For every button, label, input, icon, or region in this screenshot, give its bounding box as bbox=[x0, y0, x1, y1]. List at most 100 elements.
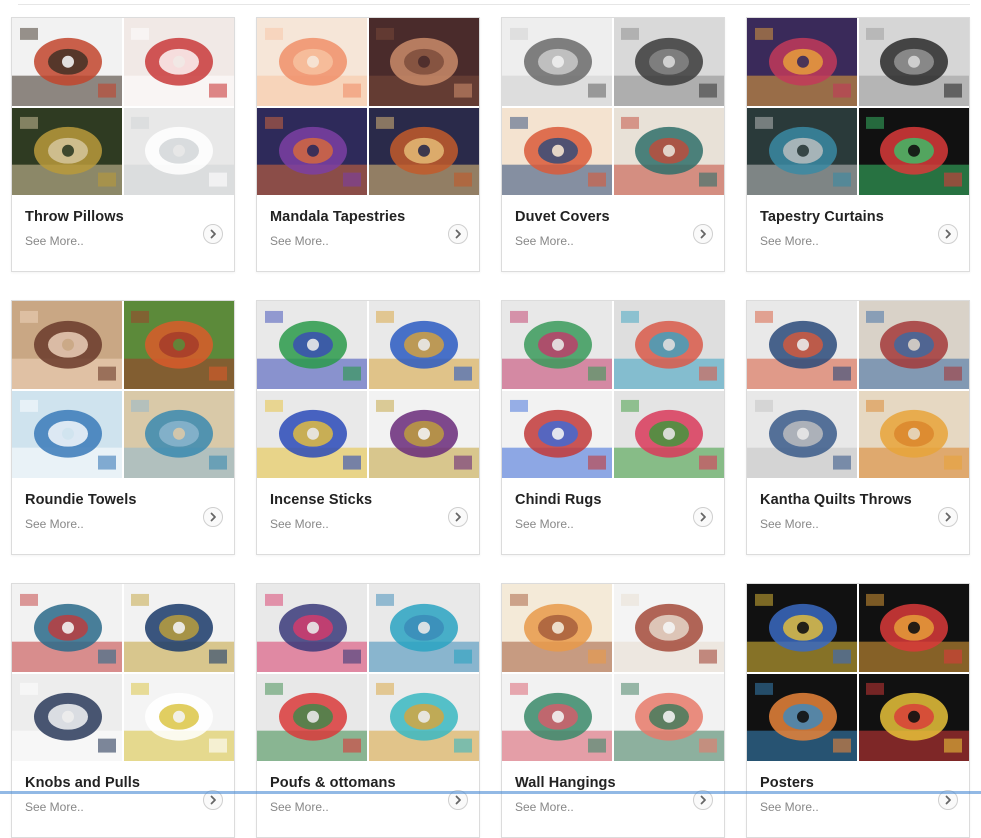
category-image-mosaic[interactable] bbox=[257, 301, 479, 478]
category-image-mosaic[interactable] bbox=[747, 18, 969, 195]
product-photo bbox=[257, 672, 368, 761]
product-photo bbox=[613, 106, 724, 195]
product-photo bbox=[858, 389, 969, 478]
chevron-right-icon[interactable] bbox=[938, 507, 958, 527]
chevron-right-icon[interactable] bbox=[203, 507, 223, 527]
chevron-right-icon[interactable] bbox=[693, 507, 713, 527]
category-image-mosaic[interactable] bbox=[12, 18, 234, 195]
chevron-right-icon[interactable] bbox=[938, 224, 958, 244]
product-photo bbox=[257, 106, 368, 195]
see-more-link[interactable]: See More.. bbox=[270, 517, 329, 531]
category-card-incense-sticks[interactable]: Incense Sticks See More.. bbox=[256, 300, 480, 555]
mosaic-divider bbox=[12, 106, 234, 108]
mosaic-divider bbox=[747, 389, 969, 391]
category-card-throw-pillows[interactable]: Throw Pillows See More.. bbox=[11, 17, 235, 272]
chevron-right-icon[interactable] bbox=[693, 224, 713, 244]
product-photo bbox=[368, 18, 479, 107]
product-photo bbox=[613, 584, 724, 673]
category-title[interactable]: Wall Hangings bbox=[515, 775, 616, 791]
product-photo bbox=[502, 18, 613, 107]
category-title[interactable]: Mandala Tapestries bbox=[270, 209, 405, 225]
product-photo bbox=[747, 18, 858, 107]
see-more-link[interactable]: See More.. bbox=[25, 800, 84, 814]
category-card-kantha-quilts-throws[interactable]: Kantha Quilts Throws See More.. bbox=[746, 300, 970, 555]
category-card-chindi-rugs[interactable]: Chindi Rugs See More.. bbox=[501, 300, 725, 555]
product-photo bbox=[123, 106, 234, 195]
product-photo bbox=[123, 584, 234, 673]
category-image-mosaic[interactable] bbox=[502, 301, 724, 478]
mosaic-divider bbox=[257, 672, 479, 674]
category-image-mosaic[interactable] bbox=[747, 584, 969, 761]
product-photo bbox=[502, 672, 613, 761]
see-more-link[interactable]: See More.. bbox=[515, 800, 574, 814]
chevron-right-icon[interactable] bbox=[203, 224, 223, 244]
category-image-mosaic[interactable] bbox=[747, 301, 969, 478]
product-photo bbox=[12, 389, 123, 478]
category-image-mosaic[interactable] bbox=[12, 584, 234, 761]
product-photo bbox=[747, 672, 858, 761]
top-divider bbox=[18, 0, 970, 5]
product-photo bbox=[12, 106, 123, 195]
product-photo bbox=[368, 389, 479, 478]
mosaic-divider bbox=[12, 389, 234, 391]
category-image-mosaic[interactable] bbox=[257, 18, 479, 195]
category-title[interactable]: Tapestry Curtains bbox=[760, 209, 884, 225]
category-image-mosaic[interactable] bbox=[502, 18, 724, 195]
product-photo bbox=[858, 672, 969, 761]
category-card-knobs-and-pulls[interactable]: Knobs and Pulls See More.. bbox=[11, 583, 235, 838]
product-photo bbox=[123, 18, 234, 107]
product-photo bbox=[747, 389, 858, 478]
mosaic-divider bbox=[502, 106, 724, 108]
category-title[interactable]: Posters bbox=[760, 775, 814, 791]
category-card-tapestry-curtains[interactable]: Tapestry Curtains See More.. bbox=[746, 17, 970, 272]
see-more-link[interactable]: See More.. bbox=[25, 517, 84, 531]
product-photo bbox=[12, 301, 123, 390]
product-photo bbox=[123, 389, 234, 478]
category-image-mosaic[interactable] bbox=[12, 301, 234, 478]
product-photo bbox=[368, 584, 479, 673]
mosaic-divider bbox=[747, 672, 969, 674]
see-more-link[interactable]: See More.. bbox=[515, 234, 574, 248]
product-photo bbox=[368, 106, 479, 195]
category-title[interactable]: Chindi Rugs bbox=[515, 492, 601, 508]
mosaic-divider bbox=[747, 106, 969, 108]
product-photo bbox=[257, 18, 368, 107]
chevron-right-icon[interactable] bbox=[448, 507, 468, 527]
mosaic-divider bbox=[502, 672, 724, 674]
category-title[interactable]: Incense Sticks bbox=[270, 492, 372, 508]
product-photo bbox=[858, 301, 969, 390]
see-more-link[interactable]: See More.. bbox=[270, 234, 329, 248]
product-photo bbox=[123, 672, 234, 761]
category-title[interactable]: Poufs & ottomans bbox=[270, 775, 396, 791]
category-image-mosaic[interactable] bbox=[502, 584, 724, 761]
category-title[interactable]: Roundie Towels bbox=[25, 492, 137, 508]
see-more-link[interactable]: See More.. bbox=[760, 800, 819, 814]
product-photo bbox=[613, 672, 724, 761]
product-photo bbox=[858, 584, 969, 673]
chevron-right-icon[interactable] bbox=[448, 224, 468, 244]
category-card-poufs-ottomans[interactable]: Poufs & ottomans See More.. bbox=[256, 583, 480, 838]
mosaic-divider bbox=[257, 389, 479, 391]
category-card-mandala-tapestries[interactable]: Mandala Tapestries See More.. bbox=[256, 17, 480, 272]
see-more-link[interactable]: See More.. bbox=[760, 234, 819, 248]
category-title[interactable]: Kantha Quilts Throws bbox=[760, 492, 912, 508]
category-title[interactable]: Duvet Covers bbox=[515, 209, 610, 225]
mosaic-divider bbox=[257, 106, 479, 108]
see-more-link[interactable]: See More.. bbox=[25, 234, 84, 248]
product-photo bbox=[12, 584, 123, 673]
product-photo bbox=[858, 18, 969, 107]
category-card-posters[interactable]: Posters See More.. bbox=[746, 583, 970, 838]
category-image-mosaic[interactable] bbox=[257, 584, 479, 761]
product-photo bbox=[368, 301, 479, 390]
category-card-duvet-covers[interactable]: Duvet Covers See More.. bbox=[501, 17, 725, 272]
category-title[interactable]: Throw Pillows bbox=[25, 209, 124, 225]
category-title[interactable]: Knobs and Pulls bbox=[25, 775, 140, 791]
product-photo bbox=[858, 106, 969, 195]
category-card-wall-hangings[interactable]: Wall Hangings See More.. bbox=[501, 583, 725, 838]
see-more-link[interactable]: See More.. bbox=[515, 517, 574, 531]
see-more-link[interactable]: See More.. bbox=[760, 517, 819, 531]
see-more-link[interactable]: See More.. bbox=[270, 800, 329, 814]
category-card-roundie-towels[interactable]: Roundie Towels See More.. bbox=[11, 300, 235, 555]
product-photo bbox=[613, 301, 724, 390]
product-photo bbox=[12, 18, 123, 107]
